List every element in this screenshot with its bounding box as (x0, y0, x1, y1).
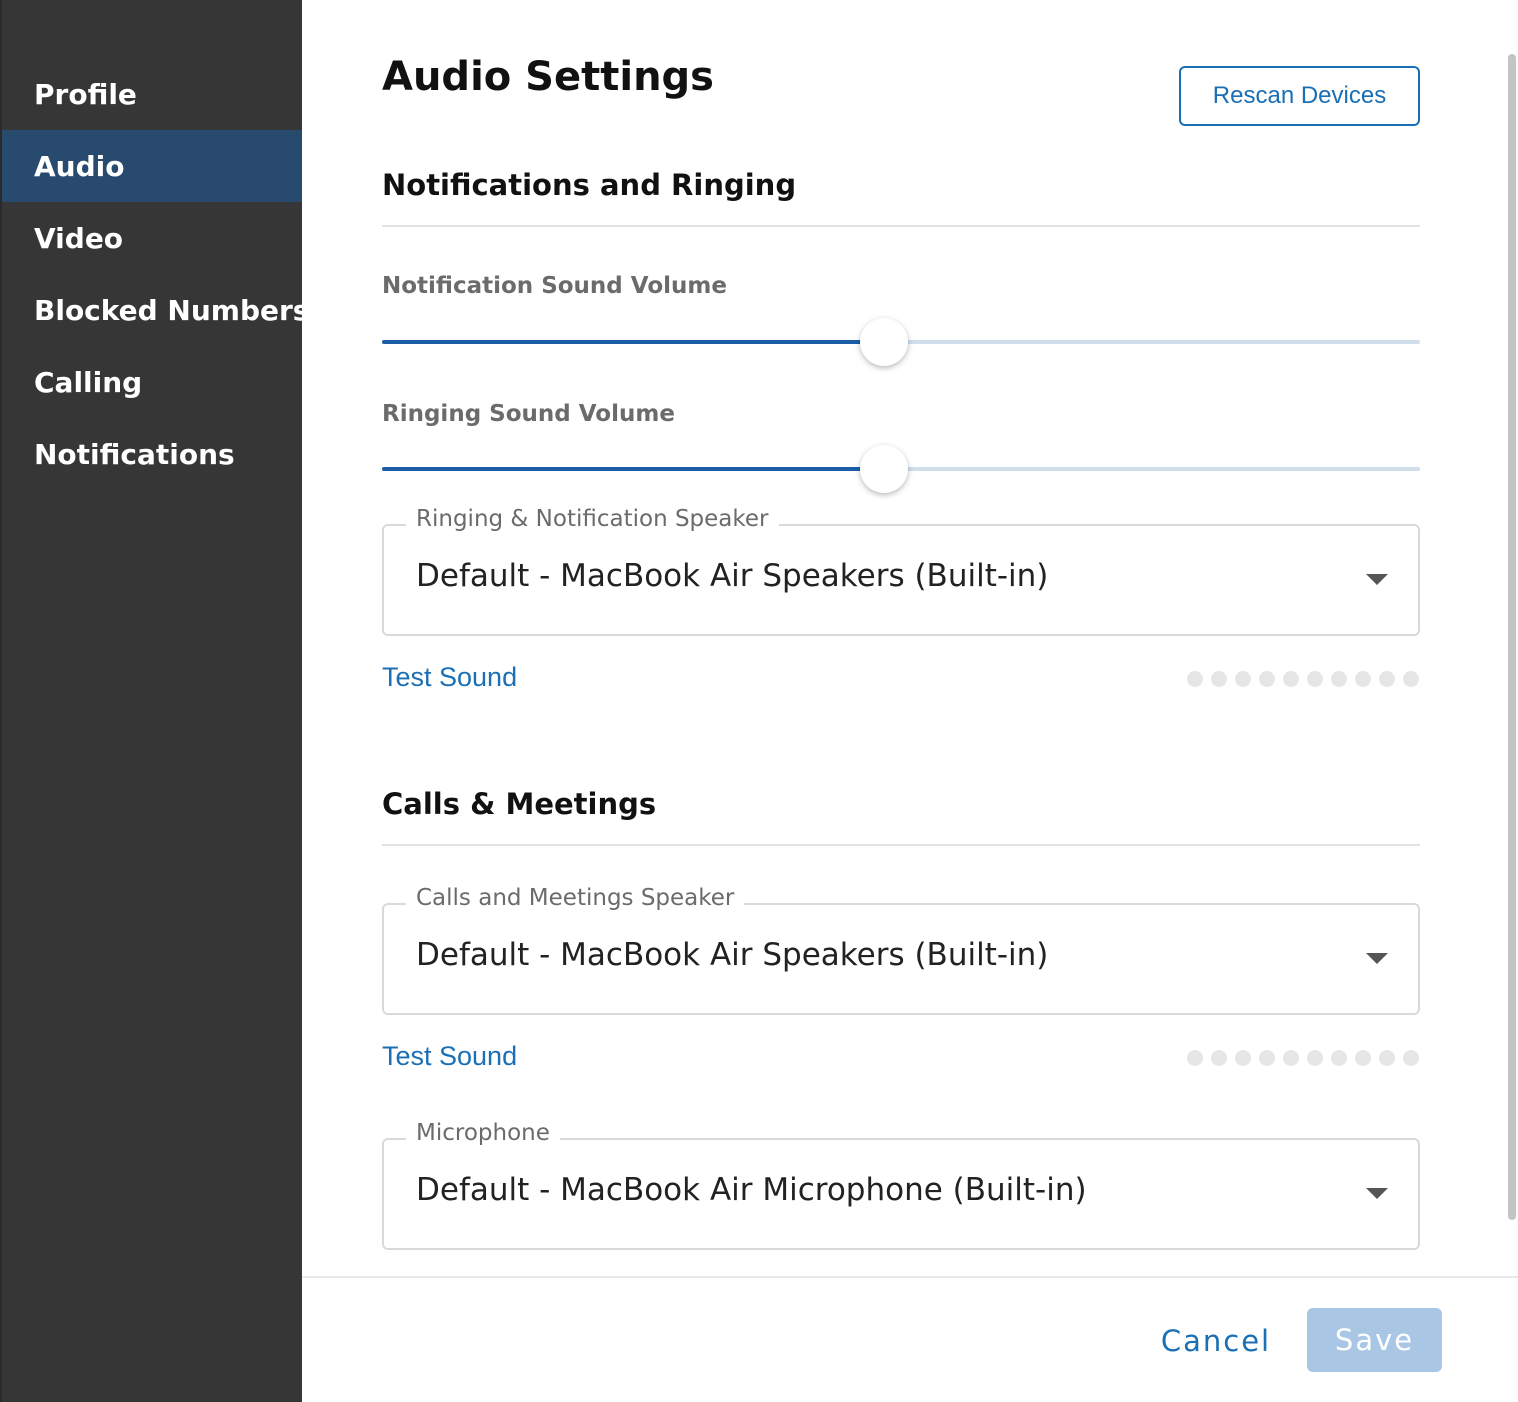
calls-meetings-speaker-select[interactable]: Calls and Meetings Speaker Default - Mac… (382, 885, 1420, 1015)
footer-divider (302, 1276, 1518, 1278)
select-label: Ringing & Notification Speaker (406, 506, 779, 532)
select-label: Microphone (406, 1120, 560, 1146)
level-dot (1403, 1050, 1419, 1066)
level-dot (1307, 671, 1323, 687)
sidebar-item-notifications[interactable]: Notifications (2, 418, 302, 490)
level-dot (1355, 1050, 1371, 1066)
section-divider (382, 225, 1420, 227)
sidebar-item-calling[interactable]: Calling (2, 346, 302, 418)
settings-window: Profile Audio Video Blocked Numbers Call… (0, 0, 1518, 1402)
chevron-down-icon (1366, 574, 1388, 585)
slider-thumb[interactable] (860, 318, 909, 366)
ringing-volume-slider[interactable] (382, 445, 1420, 493)
level-dot (1355, 671, 1371, 687)
rescan-devices-button[interactable]: Rescan Devices (1179, 66, 1420, 126)
level-dot (1187, 671, 1203, 687)
level-dot (1307, 1050, 1323, 1066)
select-value: Default - MacBook Air Speakers (Built-in… (416, 937, 1049, 973)
notification-volume-slider[interactable] (382, 318, 1420, 366)
sidebar-item-profile[interactable]: Profile (2, 58, 302, 130)
sidebar-item-audio[interactable]: Audio (2, 130, 302, 202)
level-dot (1259, 1050, 1275, 1066)
sidebar-item-blocked-numbers[interactable]: Blocked Numbers (2, 274, 309, 346)
slider-thumb[interactable] (860, 445, 909, 493)
test-sound-link[interactable]: Test Sound (382, 1041, 517, 1072)
microphone-select[interactable]: Microphone Default - MacBook Air Microph… (382, 1120, 1420, 1250)
chevron-down-icon (1366, 953, 1388, 964)
audio-level-meter (1187, 671, 1421, 687)
level-dot (1331, 1050, 1347, 1066)
settings-sidebar: Profile Audio Video Blocked Numbers Call… (0, 0, 309, 1402)
level-dot (1403, 671, 1419, 687)
notification-volume-label: Notification Sound Volume (382, 273, 727, 299)
level-dot (1235, 671, 1251, 687)
audio-settings-panel: Audio Settings Rescan Devices Notificati… (302, 0, 1518, 1402)
test-sound-link[interactable]: Test Sound (382, 662, 517, 693)
slider-fill (382, 340, 881, 344)
ringing-volume-label: Ringing Sound Volume (382, 401, 675, 427)
level-dot (1331, 671, 1347, 687)
level-dot (1259, 671, 1275, 687)
save-button[interactable]: Save (1307, 1308, 1442, 1372)
chevron-down-icon (1366, 1188, 1388, 1199)
cancel-button[interactable]: Cancel (1148, 1310, 1284, 1372)
level-dot (1187, 1050, 1203, 1066)
select-label: Calls and Meetings Speaker (406, 885, 745, 911)
level-dot (1379, 671, 1395, 687)
page-title: Audio Settings (382, 54, 714, 100)
level-dot (1379, 1050, 1395, 1066)
notifications-ringing-section-title: Notifications and Ringing (382, 168, 797, 202)
calls-meetings-section-title: Calls & Meetings (382, 787, 657, 821)
level-dot (1211, 1050, 1227, 1066)
audio-level-meter (1187, 1050, 1421, 1066)
select-value: Default - MacBook Air Speakers (Built-in… (416, 558, 1049, 594)
sidebar-item-video[interactable]: Video (2, 202, 302, 274)
ringing-notification-speaker-select[interactable]: Ringing & Notification Speaker Default -… (382, 506, 1420, 636)
section-divider (382, 844, 1420, 846)
slider-fill (382, 467, 881, 471)
level-dot (1283, 671, 1299, 687)
level-dot (1235, 1050, 1251, 1066)
level-dot (1283, 1050, 1299, 1066)
level-dot (1211, 671, 1227, 687)
scrollbar[interactable] (1508, 54, 1516, 1220)
select-value: Default - MacBook Air Microphone (Built-… (416, 1172, 1087, 1208)
